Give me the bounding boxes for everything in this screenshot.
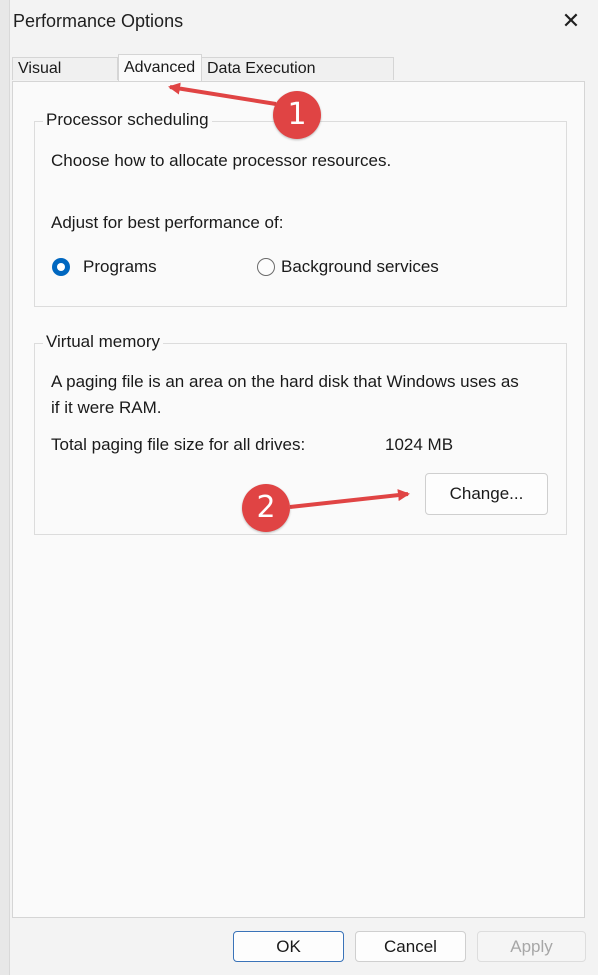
annotation-arrows (168, 82, 410, 509)
annotation-badge-1: 1 (273, 91, 321, 139)
annotation-arrow-2 (289, 489, 410, 509)
annotation-arrow-1 (168, 82, 277, 106)
annotation-badge-2: 2 (242, 484, 290, 532)
tab-advanced[interactable]: Advanced (118, 54, 202, 81)
